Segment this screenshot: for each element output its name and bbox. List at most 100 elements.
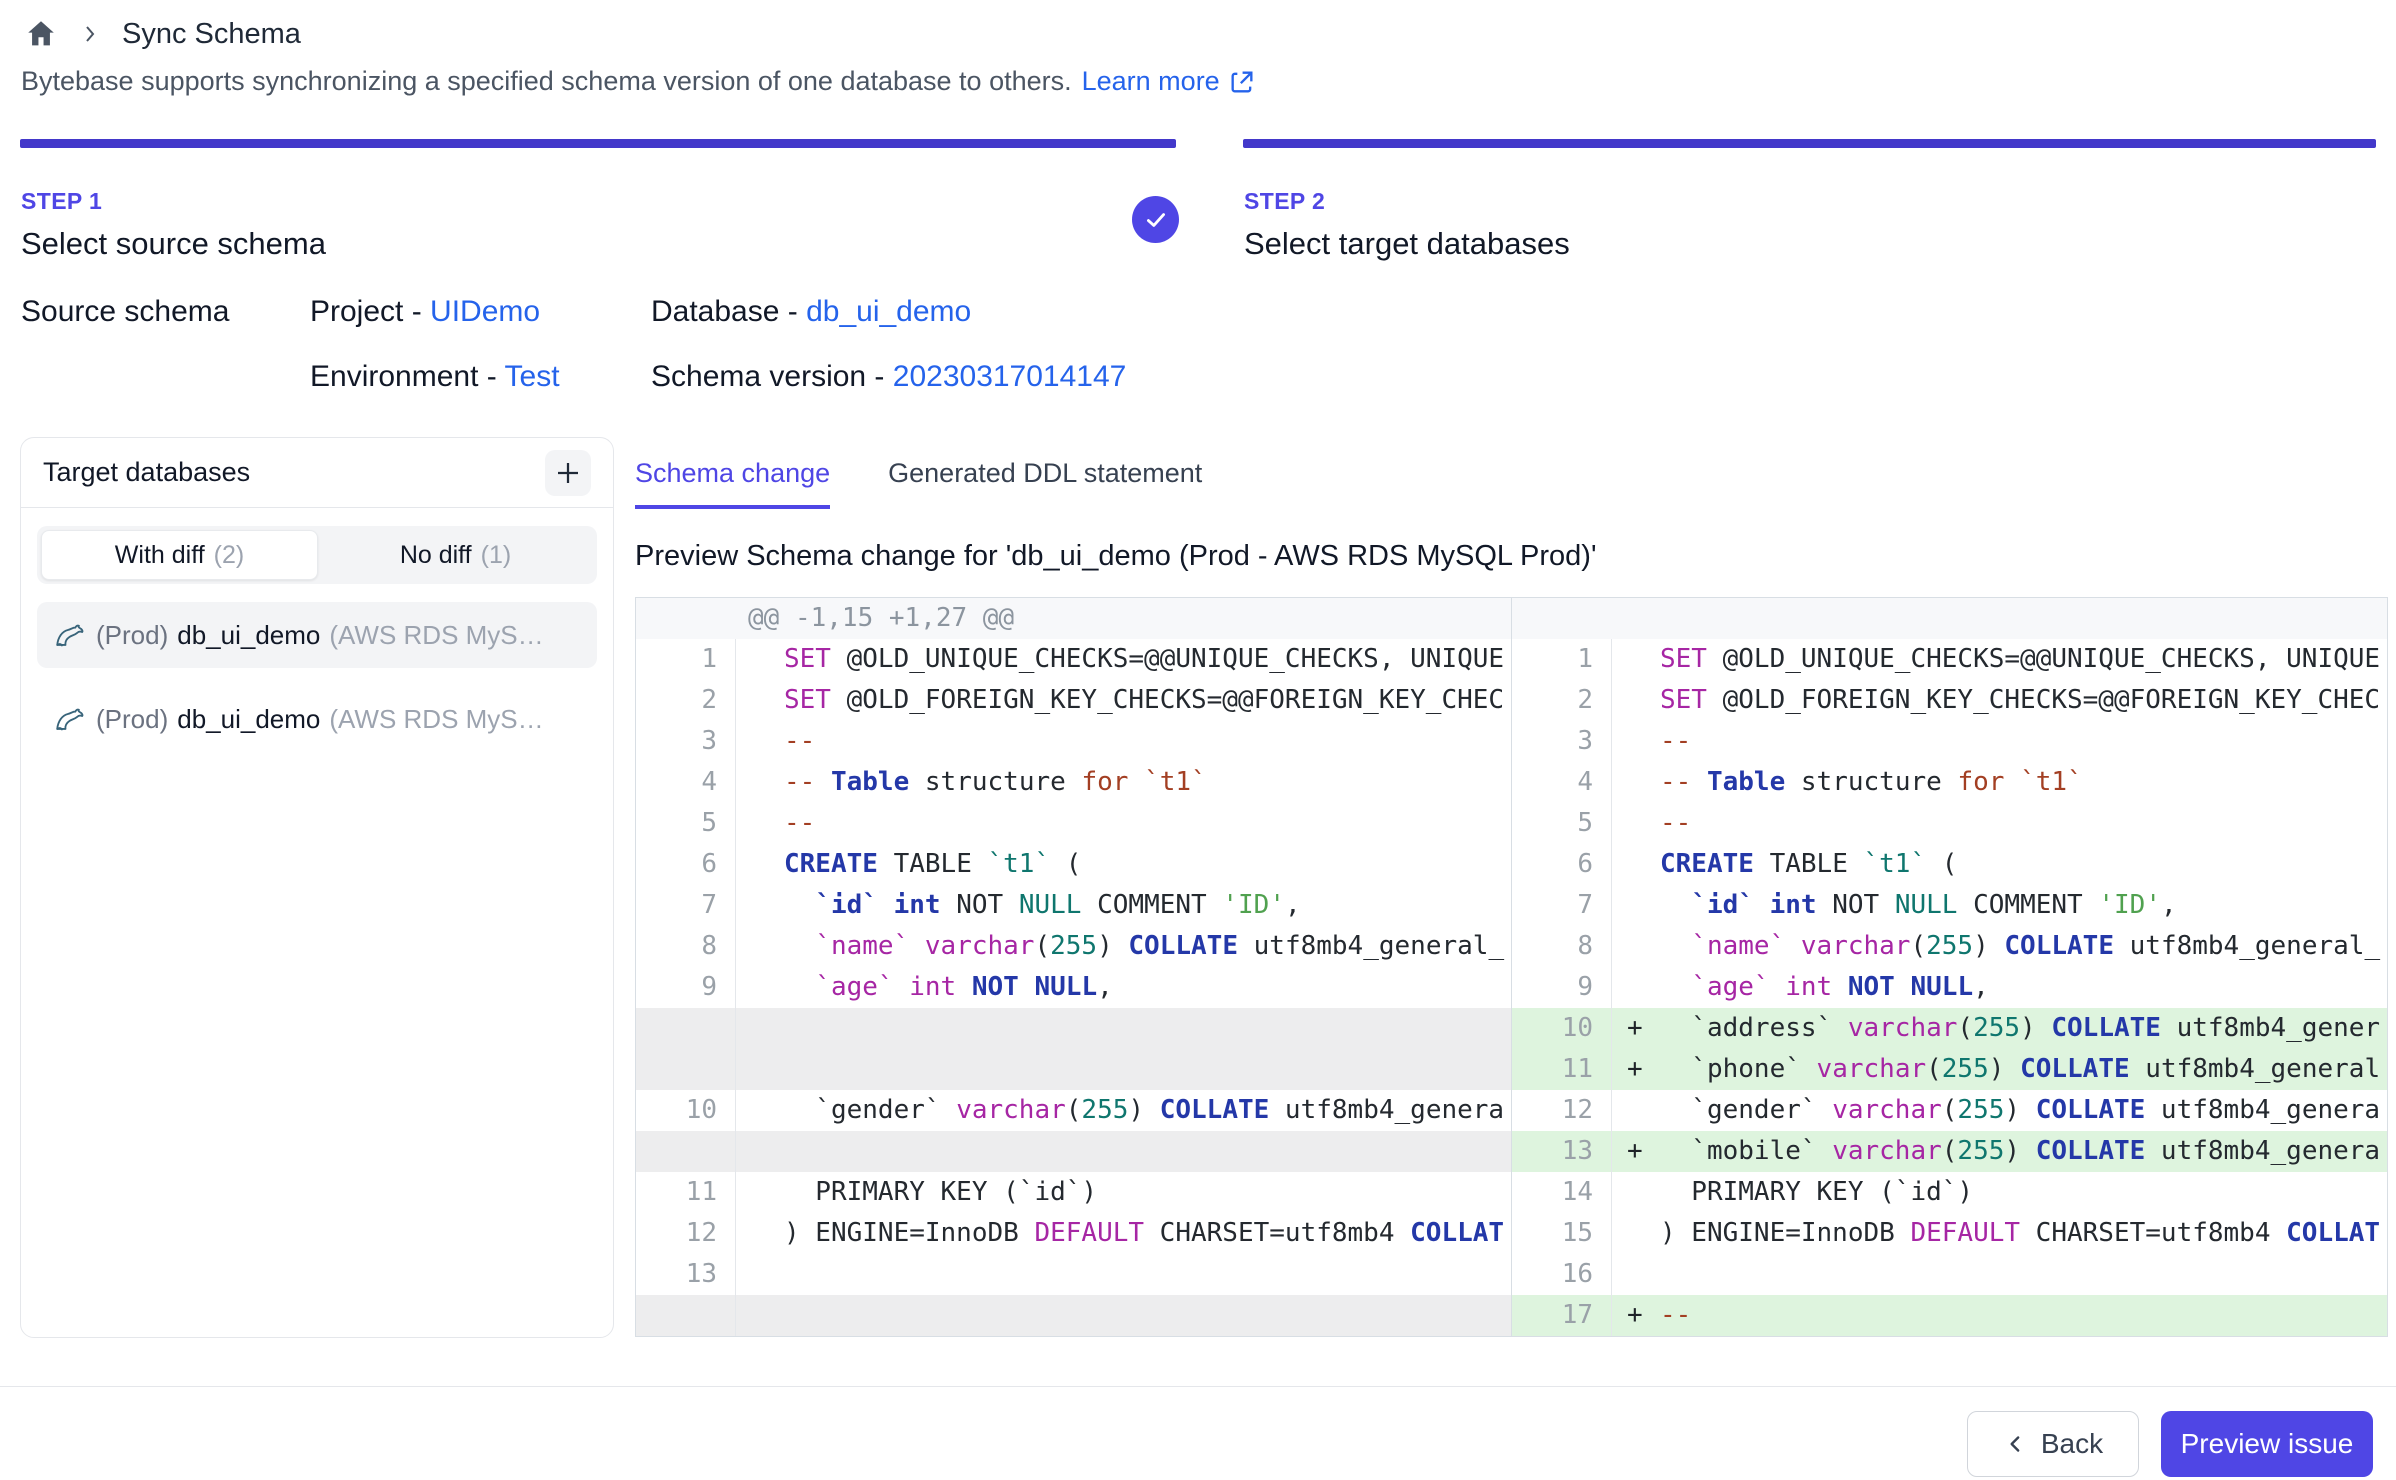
diff-filler-row <box>636 1131 1511 1172</box>
diff-code-line: + `phone` varchar(255) COLLATE utf8mb4_g… <box>1612 1049 2387 1090</box>
diff-line-number: 13 <box>1512 1131 1612 1172</box>
diff-code-line <box>736 1008 1511 1049</box>
back-button[interactable]: Back <box>1967 1411 2139 1477</box>
diff-line-number: 3 <box>636 721 736 762</box>
preview-issue-button[interactable]: Preview issue <box>2161 1411 2373 1477</box>
diff-code-line: -- <box>1612 803 2387 844</box>
diff-code-line: -- <box>736 721 1511 762</box>
diff-code-line <box>736 1049 1511 1090</box>
diff-code-line: PRIMARY KEY (`id`) <box>736 1172 1511 1213</box>
diff-row: 8 `name` varchar(255) COLLATE utf8mb4_ge… <box>636 926 1511 967</box>
diff-code-line: -- Table structure for `t1` <box>1612 762 2387 803</box>
learn-more-link[interactable]: Learn more <box>1082 66 1256 97</box>
database-item-2[interactable]: (Prod) db_ui_demo (AWS RDS MySQL Prod) <box>37 686 597 752</box>
learn-more-label: Learn more <box>1082 66 1220 97</box>
diff-code-line: `name` varchar(255) COLLATE utf8mb4_gene… <box>736 926 1511 967</box>
step-2: STEP 2 Select target databases <box>1244 188 1570 262</box>
add-target-database-button[interactable] <box>545 450 591 496</box>
sync-schema-page: Sync Schema Bytebase supports synchroniz… <box>0 0 2396 1480</box>
diff-row: 8 `name` varchar(255) COLLATE utf8mb4_ge… <box>1512 926 2387 967</box>
diff-row: 9 `age` int NOT NULL, <box>1512 967 2387 1008</box>
no-diff-label: No diff <box>400 541 472 570</box>
diff-code-line <box>736 1131 1511 1172</box>
diff-line-number: 2 <box>1512 680 1612 721</box>
project-link[interactable]: UIDemo <box>430 295 540 328</box>
with-diff-label: With diff <box>115 541 205 570</box>
diff-line-number: 6 <box>636 844 736 885</box>
diff-hunk-header: @@ -1,15 +1,27 @@ <box>636 598 1511 639</box>
diff-left-pane: @@ -1,15 +1,27 @@1SET @OLD_UNIQUE_CHECKS… <box>636 598 1511 1336</box>
diff-right-pane: 1SET @OLD_UNIQUE_CHECKS=@@UNIQUE_CHECKS,… <box>1511 598 2387 1336</box>
diff-code-line: `gender` varchar(255) COLLATE utf8mb4_ge… <box>736 1090 1511 1131</box>
source-project-field: Project - UIDemo <box>310 295 540 329</box>
home-icon[interactable] <box>24 17 58 51</box>
external-link-icon <box>1228 68 1256 96</box>
diff-row: 16 <box>1512 1254 2387 1295</box>
diff-line-number: 3 <box>1512 721 1612 762</box>
diff-code-line: `age` int NOT NULL, <box>736 967 1511 1008</box>
footer-divider <box>0 1386 2396 1387</box>
diff-line-number: 8 <box>636 926 736 967</box>
diff-line-number: 17 <box>1512 1295 1612 1336</box>
diff-code-line: -- Table structure for `t1` <box>736 762 1511 803</box>
diff-code-line: `id` int NOT NULL COMMENT 'ID', <box>1612 885 2387 926</box>
database-field-name: Database - <box>651 295 806 328</box>
target-databases-panel: Target databases With diff (2) No diff (… <box>20 437 614 1338</box>
diff-filler-row <box>636 1049 1511 1090</box>
step-1-title: Select source schema <box>21 226 326 262</box>
mysql-icon <box>53 618 87 652</box>
tab-with-diff[interactable]: With diff (2) <box>41 530 318 580</box>
tab-schema-change[interactable]: Schema change <box>635 458 830 509</box>
diff-code-line: +-- <box>1612 1295 2387 1336</box>
source-database-field: Database - db_ui_demo <box>651 295 971 329</box>
step-2-title: Select target databases <box>1244 226 1570 262</box>
database-env: (Prod) <box>96 704 168 735</box>
diff-line-number: 15 <box>1512 1213 1612 1254</box>
source-schema-label: Source schema <box>21 295 229 329</box>
target-databases-header: Target databases <box>21 438 613 508</box>
schema-version-link[interactable]: 20230317014147 <box>893 360 1127 393</box>
diff-row: 5-- <box>1512 803 2387 844</box>
database-link[interactable]: db_ui_demo <box>806 295 971 328</box>
diff-line-number: 5 <box>1512 803 1612 844</box>
diff-code-line: `age` int NOT NULL, <box>1612 967 2387 1008</box>
diff-row: 13 <box>636 1254 1511 1295</box>
database-item-1[interactable]: (Prod) db_ui_demo (AWS RDS MySQL Prod) <box>37 602 597 668</box>
diff-code-line: `gender` varchar(255) COLLATE utf8mb4_ge… <box>1612 1090 2387 1131</box>
target-databases-title: Target databases <box>43 457 250 488</box>
diff-line-number: 4 <box>1512 762 1612 803</box>
diff-row: 3-- <box>1512 721 2387 762</box>
step-1-label: STEP 1 <box>21 188 326 215</box>
tab-generated-ddl-statement[interactable]: Generated DDL statement <box>888 458 1202 509</box>
diff-row: 11+ `phone` varchar(255) COLLATE utf8mb4… <box>1512 1049 2387 1090</box>
diff-row: 11 PRIMARY KEY (`id`) <box>636 1172 1511 1213</box>
tab-no-diff[interactable]: No diff (1) <box>318 530 593 580</box>
diff-hunk-header <box>1512 598 2387 639</box>
diff-line-number: 2 <box>636 680 736 721</box>
diff-row: 9 `age` int NOT NULL, <box>636 967 1511 1008</box>
project-field-name: Project - <box>310 295 430 328</box>
diff-code-line <box>736 1295 1511 1336</box>
back-button-label: Back <box>2041 1428 2103 1460</box>
diff-code-line <box>1612 1254 2387 1295</box>
diff-filler-row <box>636 1295 1511 1336</box>
step-2-progress-bar <box>1243 139 2376 148</box>
diff-row: 1SET @OLD_UNIQUE_CHECKS=@@UNIQUE_CHECKS,… <box>1512 639 2387 680</box>
diff-line-number: 10 <box>636 1090 736 1131</box>
step-1-progress-bar <box>20 139 1176 148</box>
diff-row: 14 PRIMARY KEY (`id`) <box>1512 1172 2387 1213</box>
diff-line-number: 7 <box>1512 885 1612 926</box>
intro: Bytebase supports synchronizing a specif… <box>21 66 1256 97</box>
diff-code-line: PRIMARY KEY (`id`) <box>1612 1172 2387 1213</box>
diff-row: 13+ `mobile` varchar(255) COLLATE utf8mb… <box>1512 1131 2387 1172</box>
diff-filter-tabs: With diff (2) No diff (1) <box>37 526 597 584</box>
diff-row: 7 `id` int NOT NULL COMMENT 'ID', <box>1512 885 2387 926</box>
diff-line-number: 10 <box>1512 1008 1612 1049</box>
diff-line-number: 9 <box>636 967 736 1008</box>
diff-line-number: 7 <box>636 885 736 926</box>
environment-field-name: Environment - <box>310 360 505 393</box>
diff-row: 6CREATE TABLE `t1` ( <box>636 844 1511 885</box>
diff-code-line: CREATE TABLE `t1` ( <box>1612 844 2387 885</box>
diff-line-number: 9 <box>1512 967 1612 1008</box>
environment-link[interactable]: Test <box>505 360 560 393</box>
